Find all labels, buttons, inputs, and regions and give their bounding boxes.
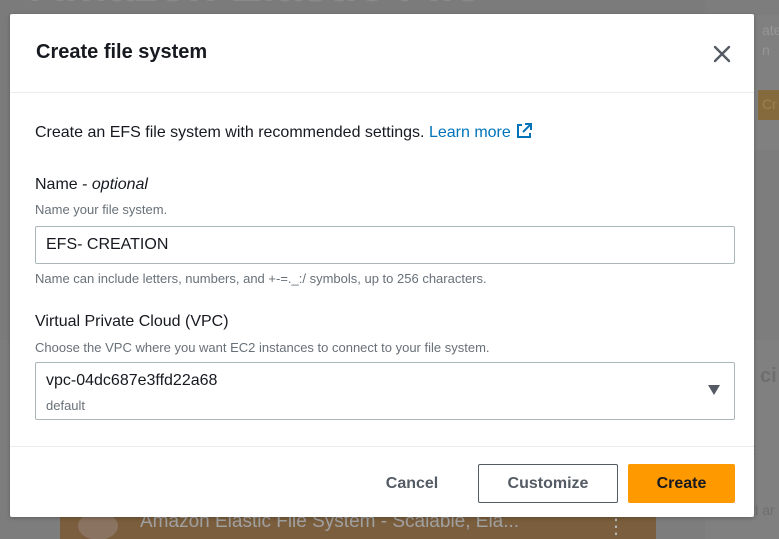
background-side-text: n	[762, 42, 770, 58]
background-create-button: Cr	[758, 90, 779, 120]
background-right-heading: ci	[760, 365, 777, 387]
name-label-text: Name -	[35, 176, 92, 193]
caret-down-icon	[708, 385, 720, 395]
learn-more-link[interactable]: Learn more	[428, 123, 533, 141]
name-label: Name - optional	[35, 176, 148, 194]
intro-description: Create an EFS file system with recommend…	[35, 124, 425, 141]
learn-more-label: Learn more	[428, 124, 511, 141]
background-hero-title: Amazon Elastic File	[30, 0, 481, 13]
cancel-button[interactable]: Cancel	[362, 464, 462, 503]
vpc-label: Virtual Private Cloud (VPC)	[35, 313, 229, 330]
name-constraint: Name can include letters, numbers, and +…	[35, 271, 487, 286]
optional-tag: optional	[91, 176, 148, 193]
name-input[interactable]: EFS- CREATION	[35, 226, 735, 264]
customize-button[interactable]: Customize	[478, 464, 618, 503]
vpc-select[interactable]: vpc-04dc687e3ffd22a68 default	[35, 362, 735, 420]
create-button[interactable]: Create	[628, 464, 735, 503]
background-side-text: ate	[762, 22, 779, 38]
vpc-description: Choose the VPC where you want EC2 instan…	[35, 340, 490, 355]
modal-title: Create file system	[36, 41, 208, 63]
modal-header: Create file system	[10, 14, 754, 93]
vpc-selected-value: vpc-04dc687e3ffd22a68	[46, 372, 218, 389]
external-link-icon	[516, 123, 532, 138]
name-description: Name your file system.	[35, 202, 168, 217]
intro-text: Create an EFS file system with recommend…	[35, 122, 533, 142]
more-options-icon: ⋮	[606, 516, 626, 538]
vpc-selected-sub: default	[46, 398, 86, 413]
modal-footer: Cancel Customize Create	[10, 446, 754, 517]
close-button[interactable]	[708, 40, 736, 68]
create-file-system-modal: Create file system Create an EFS file sy…	[10, 14, 754, 517]
name-input-value: EFS- CREATION	[46, 236, 169, 253]
close-icon	[713, 45, 731, 63]
